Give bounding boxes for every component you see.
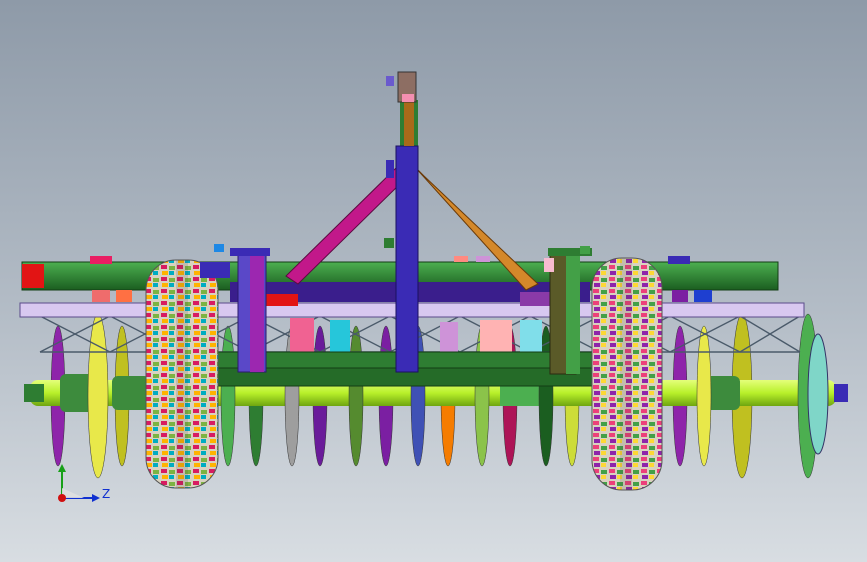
z-axis-arrow — [92, 494, 100, 502]
disc-blade — [87, 313, 109, 479]
disc-blade — [696, 325, 712, 467]
disc-blade — [220, 325, 236, 467]
x-axis-dot — [58, 494, 66, 502]
disc-blade — [348, 325, 364, 467]
cad-viewport[interactable]: Z — [0, 0, 867, 562]
right-tire — [591, 257, 663, 491]
hitch-mast — [384, 71, 419, 373]
left-tire — [145, 259, 219, 489]
end-disc — [807, 333, 829, 455]
z-axis-label: Z — [102, 487, 110, 501]
